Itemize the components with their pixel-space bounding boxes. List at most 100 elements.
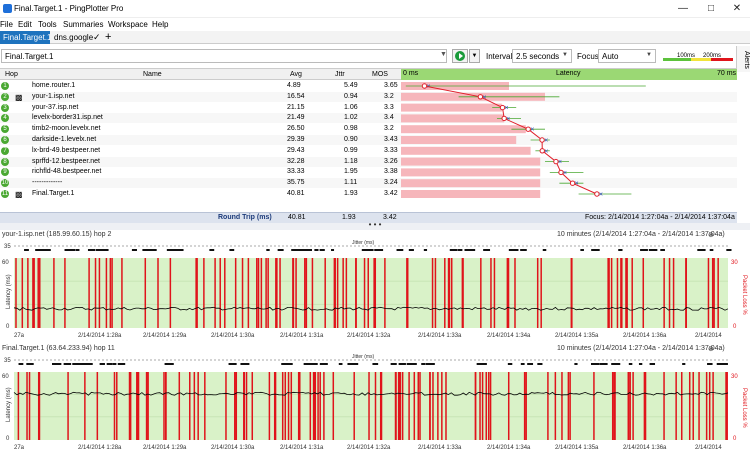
jitter-mark <box>660 249 665 251</box>
menu-file[interactable]: File <box>0 20 13 29</box>
close-icon[interactable]: ✕ <box>724 2 750 16</box>
start-trace-button[interactable] <box>452 49 468 63</box>
packet-loss-bar <box>631 258 633 328</box>
packet-loss-bar <box>663 258 665 328</box>
tab-bar: Final.Target.1 dns.google ✓ + <box>0 31 750 44</box>
jitter-mark <box>266 249 270 251</box>
jitter-mark <box>240 363 250 365</box>
jitter-mark <box>168 249 178 251</box>
hop-avg: 21.15 <box>287 103 305 111</box>
x-tick: 2/14/2014 1:31a <box>280 445 324 451</box>
packet-loss-bar <box>437 372 439 440</box>
add-tab-icon[interactable]: + <box>105 31 111 43</box>
col-name[interactable]: Name <box>143 71 162 78</box>
col-jitter[interactable]: Jttr <box>335 71 345 78</box>
graph-1-range: 10 minutes (2/14/2014 1:27:04a - 2/14/20… <box>557 231 725 238</box>
jitter-mark <box>177 249 184 251</box>
hop-name: home.router.1 <box>32 82 76 89</box>
hop-number: 6 <box>1 136 9 144</box>
toolbar: Final.Target.1 ▼ ▼ Interval 2.5 seconds ▼… <box>0 47 735 65</box>
packet-loss-bar <box>408 372 410 440</box>
jitter-mark <box>291 249 300 251</box>
jitter-mark <box>542 249 547 251</box>
packet-loss-bar <box>169 258 172 328</box>
menu-tools[interactable]: Tools <box>38 20 57 29</box>
minimize-icon[interactable]: — <box>670 2 696 16</box>
graph-1-collapse-icon[interactable]: ⊕ <box>708 231 714 239</box>
graph-1-title: your-1.isp.net (185.99.60.15) hop 2 <box>2 231 112 238</box>
packet-loss-bar <box>297 372 300 440</box>
hop-name: lx-brd-49.bestpeer.net <box>32 146 101 154</box>
target-dropdown-icon[interactable]: ▼ <box>440 51 447 58</box>
menu-workspace[interactable]: Workspace <box>108 20 148 29</box>
packet-loss-bar <box>147 372 149 440</box>
hop-mos: 3.4 <box>384 114 394 122</box>
y-axis-label: Latency (ms) <box>6 387 12 422</box>
splitter[interactable]: • • • <box>0 221 750 230</box>
jitter-mark <box>277 249 284 251</box>
jitter-mark <box>372 363 379 365</box>
y-tick: 60 <box>2 260 9 266</box>
col-avg[interactable]: Avg <box>290 71 302 78</box>
packet-loss-bar <box>214 258 216 328</box>
tab-final-target[interactable]: Final.Target.1 <box>0 31 50 44</box>
jitter-mark <box>628 363 633 365</box>
menu-edit[interactable]: Edit <box>18 20 32 29</box>
hop-avg: 32.28 <box>287 157 305 165</box>
x-tick: 2/14/2014 1:35a <box>555 445 599 451</box>
jitter-mark <box>591 249 600 251</box>
packet-loss-bar <box>726 372 728 440</box>
hop-name: your-1.isp.net <box>32 92 75 100</box>
graph-1-header: your-1.isp.net (185.99.60.15) hop 2 10 m… <box>0 231 725 240</box>
jitter-mark <box>36 249 46 251</box>
packet-loss-bar <box>324 258 326 328</box>
alerts-side-tab[interactable]: Alerts <box>736 46 750 72</box>
latency-point <box>594 191 600 197</box>
packet-loss-bar <box>444 258 446 328</box>
focus-select[interactable]: Auto ▼ <box>598 49 656 63</box>
packet-loss-bar <box>276 258 278 328</box>
hop-jitter: 1.95 <box>344 168 358 176</box>
packet-loss-bar <box>675 372 677 440</box>
interval-select[interactable]: 2.5 seconds ▼ <box>512 49 572 63</box>
jitter-mark <box>75 249 80 251</box>
graph-icon[interactable]: ▩ <box>15 93 23 102</box>
col-hop[interactable]: Hop <box>5 71 18 78</box>
packet-loss-bar <box>295 258 297 328</box>
jitter-mark <box>590 363 597 365</box>
graph-icon[interactable]: ▩ <box>15 190 23 199</box>
latency-point <box>569 180 576 186</box>
col-latency[interactable]: 0 ms Latency 70 ms <box>401 69 737 80</box>
packet-loss-bar <box>632 372 634 440</box>
packet-loss-bar <box>353 372 355 440</box>
packet-loss-bar <box>419 372 421 440</box>
latency-bar <box>401 103 502 112</box>
menu-summaries[interactable]: Summaries <box>63 20 103 29</box>
tab-dns-google[interactable]: dns.google <box>54 33 93 42</box>
packet-loss-bar <box>241 258 244 328</box>
latency-point <box>539 137 545 143</box>
col-mos[interactable]: MOS <box>372 71 388 78</box>
x-tick: 2/14/2014 1:34a <box>487 333 531 339</box>
jitter-mark <box>574 363 578 365</box>
jitter-mark <box>649 363 656 365</box>
latency-min-label: 0 ms <box>403 70 419 77</box>
jitter-mark <box>303 363 308 365</box>
latency-point <box>477 94 484 100</box>
trace-options-dropdown[interactable]: ▼ <box>469 49 480 63</box>
graph-2-collapse-icon[interactable]: ⊕ <box>708 345 714 353</box>
hop-number: 10 <box>1 179 9 188</box>
target-input[interactable]: Final.Target.1 <box>1 49 447 63</box>
focus-range: Focus: 2/14/2014 1:27:04a - 2/14/2014 1:… <box>585 214 735 221</box>
maximize-icon[interactable]: □ <box>698 2 724 16</box>
hop-jitter: 1.18 <box>344 157 358 165</box>
jitter-mark <box>209 249 215 251</box>
packet-loss-bar <box>345 258 348 328</box>
x-tick: 2/14/2014 1:29a <box>143 445 187 451</box>
hop-avg: 33.33 <box>287 168 305 176</box>
packet-loss-bar <box>355 258 357 328</box>
jitter-label: Jitter (ms) <box>352 354 375 360</box>
packet-loss-bar <box>523 372 526 440</box>
menu-help[interactable]: Help <box>152 20 168 29</box>
hop-mos: 3.2 <box>384 125 394 133</box>
